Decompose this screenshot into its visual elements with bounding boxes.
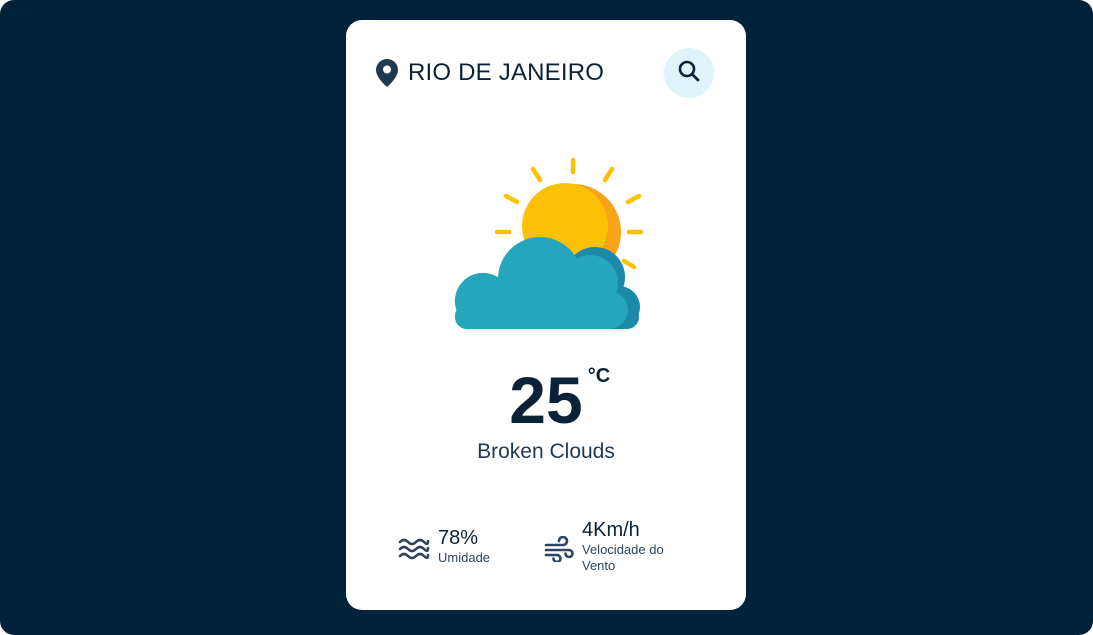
weather-description: Broken Clouds: [477, 440, 615, 463]
humidity-value: 78%: [438, 527, 479, 549]
search-button[interactable]: [664, 48, 714, 98]
search-icon: [678, 60, 700, 87]
wind-label: Velocidade do Vento: [582, 542, 664, 573]
humidity-stat: 78% Umidade: [398, 526, 490, 566]
temperature-unit: °C: [587, 365, 611, 387]
waves-icon: [398, 536, 430, 560]
city-name: RIO DE JANEIRO: [408, 59, 605, 86]
partly-cloudy-icon: [443, 155, 649, 331]
card-header: RIO DE JANEIRO: [376, 48, 714, 98]
wind-value: 4Km/h: [582, 519, 640, 541]
map-pin-icon: [376, 59, 398, 87]
wind-text: 4Km/h Velocidade do Vento: [582, 518, 682, 574]
humidity-label: Umidade: [438, 550, 491, 565]
wind-icon: [544, 536, 574, 562]
wind-stat: 4Km/h Velocidade do Vento: [544, 518, 682, 574]
temperature-display: 25 °C: [346, 360, 746, 440]
humidity-text: 78% Umidade: [438, 526, 490, 566]
location: RIO DE JANEIRO: [376, 59, 604, 87]
app-background: RIO DE JANEIRO 25 °C Broken Clouds 78% U…: [0, 0, 1093, 635]
temperature-value: 25 °C: [509, 363, 611, 437]
weather-card: RIO DE JANEIRO 25 °C Broken Clouds 78% U…: [346, 20, 746, 610]
